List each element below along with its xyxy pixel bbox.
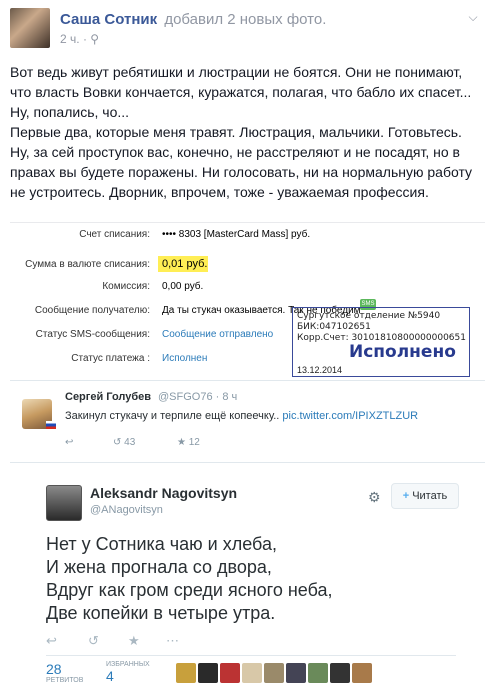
follow-button[interactable]: + Читать xyxy=(391,483,459,509)
payment-value: Сообщение отправлено xyxy=(162,329,274,340)
payment-label: Сумма в валюте списания: xyxy=(25,259,150,270)
post-time[interactable]: 2 ч. xyxy=(60,32,80,46)
payment-label: Статус платежа : xyxy=(71,353,150,364)
embedded-tweet[interactable]: Aleksandr Nagovitsyn @ANagovitsyn ⚙ + Чит… xyxy=(10,462,485,700)
post-meta: 2 ч. · ⚲ xyxy=(60,32,99,46)
favorites-label: ИЗБРАННЫХ xyxy=(106,661,150,668)
author-action: добавил 2 новых фото. xyxy=(164,11,327,28)
avatar[interactable] xyxy=(220,663,240,683)
tweet-author-handle[interactable]: @SFGO76 · 8 ч xyxy=(158,391,237,403)
payment-value: Исполнен xyxy=(162,353,208,364)
author-name[interactable]: Саша Сотник xyxy=(60,11,157,28)
dot-separator: · xyxy=(82,32,87,46)
payment-label: Счет списания: xyxy=(79,229,150,240)
avatar[interactable] xyxy=(286,663,306,683)
stamp-line: БИК:047102651 xyxy=(297,322,371,332)
tweet-line: И жена прогнала со двора, xyxy=(46,557,272,577)
avatar[interactable] xyxy=(264,663,284,683)
tweet-author-handle[interactable]: @ANagovitsyn xyxy=(90,504,163,516)
divider xyxy=(46,655,456,656)
retweets-count: 28 xyxy=(46,661,62,677)
payment-amount: 0,01 руб. xyxy=(162,258,208,270)
avatar[interactable] xyxy=(330,663,350,683)
avatar[interactable] xyxy=(198,663,218,683)
embedded-tweet[interactable]: Сергей Голубев @SFGO76 · 8 ч Закинул сту… xyxy=(10,380,485,458)
post-header: Саша Сотник добавил 2 новых фото. 2 ч. ·… xyxy=(10,8,483,52)
star-icon[interactable]: ★ xyxy=(128,633,140,649)
payment-label: Статус SMS-сообщения: xyxy=(35,329,150,340)
reply-icon[interactable]: ↩ xyxy=(46,633,57,649)
payment-label: Сообщение получателю: xyxy=(34,305,150,316)
favorite-count: 12 xyxy=(188,437,200,448)
tweet-link[interactable]: pic.twitter.com/IPIXZTLZUR xyxy=(282,410,418,422)
bank-stamp: Сургутское отделение №5940 БИК:047102651… xyxy=(292,307,470,377)
tweet-avatar[interactable] xyxy=(46,485,82,521)
payment-label: Комиссия: xyxy=(102,281,150,292)
tweet-author-name[interactable]: Сергей Голубев xyxy=(65,391,151,403)
retweet-count: 43 xyxy=(124,437,136,448)
globe-icon: ⚲ xyxy=(90,32,100,46)
retweet-button[interactable]: ↺ 43 xyxy=(113,437,135,448)
tweet-line: Нет у Сотника чаю и хлеба, xyxy=(46,534,277,554)
retweet-icon[interactable]: ↺ xyxy=(88,633,99,649)
post-text: Вот ведь живут ребятишки и люстрации не … xyxy=(10,62,485,202)
stamp-date: 13.12.2014 xyxy=(297,365,343,375)
tweet-text: Нет у Сотника чаю и хлеба, И жена прогна… xyxy=(46,533,446,625)
author-line: Саша Сотник добавил 2 новых фото. xyxy=(60,11,326,28)
author-avatar[interactable] xyxy=(10,8,50,48)
retweets-label: РЕТВИТОВ xyxy=(46,677,84,684)
payment-value: •••• 8303 [MasterCard Mass] руб. xyxy=(162,229,311,240)
post-paragraph: Первые два, которые меня травят. Люстрац… xyxy=(10,124,473,200)
avatar[interactable] xyxy=(308,663,328,683)
follow-icon: + xyxy=(402,490,410,502)
tweet-text: Закинул стукачу и терпиле ещё копеечку..… xyxy=(65,410,418,422)
amount-highlight: 0,01 руб. xyxy=(158,256,208,272)
stamp-status: Исполнено xyxy=(349,342,456,362)
tweet-line: Вдруг как гром среди ясного неба, xyxy=(46,580,333,600)
tweet-body: Закинул стукачу и терпиле ещё копеечку.. xyxy=(65,410,280,422)
favorites-stat[interactable]: ИЗБРАННЫХ 4 xyxy=(106,661,150,684)
follow-label: Читать xyxy=(412,490,448,502)
avatar[interactable] xyxy=(176,663,196,683)
tweet-line: Две копейки в четыре утра. xyxy=(46,603,276,623)
gear-icon[interactable]: ⚙ xyxy=(368,489,381,506)
chevron-down-icon[interactable]: ⌵ xyxy=(465,10,481,24)
more-icon[interactable]: ⋯ xyxy=(166,633,179,649)
favorite-button[interactable]: ★ 12 xyxy=(177,437,200,448)
avatar[interactable] xyxy=(242,663,262,683)
avatar[interactable] xyxy=(352,663,372,683)
favorites-count: 4 xyxy=(106,668,114,684)
tweet-author-name[interactable]: Aleksandr Nagovitsyn xyxy=(90,485,237,501)
flag-icon xyxy=(46,421,56,429)
post-paragraph: Вот ведь живут ребятишки и люстрации не … xyxy=(10,64,472,100)
payment-value: 0,00 руб. xyxy=(162,281,204,292)
retweets-stat[interactable]: 28 РЕТВИТОВ xyxy=(46,661,83,684)
stamp-line: Сургутское отделение №5940 xyxy=(297,311,441,321)
post-paragraph: Ну, попались, чо... xyxy=(10,104,130,120)
reply-icon[interactable]: ↩ xyxy=(65,437,73,448)
star-icon: ★ xyxy=(177,437,186,448)
retweet-icon: ↺ xyxy=(113,437,122,448)
